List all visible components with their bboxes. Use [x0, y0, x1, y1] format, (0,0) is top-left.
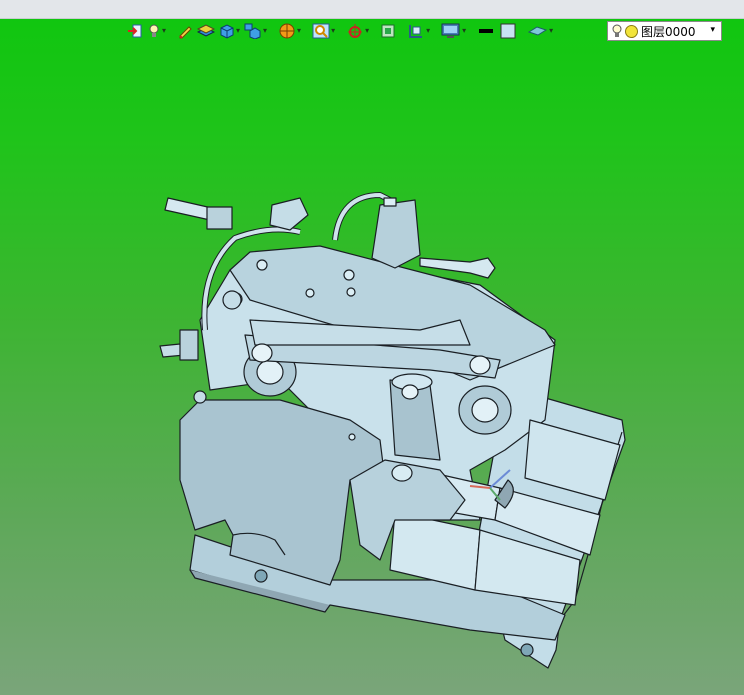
pivot-bolt	[391, 464, 413, 482]
cad-model-viewport[interactable]	[0, 0, 744, 695]
handle-left	[164, 197, 213, 221]
mounting-hole	[254, 569, 268, 583]
valve-block	[371, 199, 421, 269]
mounting-hole	[520, 643, 534, 657]
pad-front-left	[389, 511, 481, 591]
